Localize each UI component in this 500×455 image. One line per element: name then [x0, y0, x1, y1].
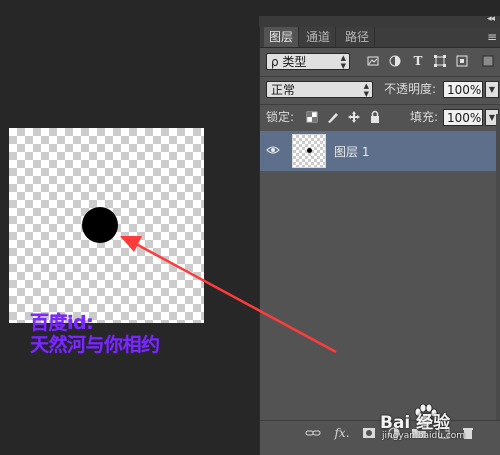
lock-image-icon[interactable]	[326, 110, 340, 124]
layers-panel: 图层 通道 路径 ≡ ρ 类型 ▲ ▼ T 正常 ▲ ▼ 不透明度: 100% …	[259, 16, 500, 455]
opacity-dropdown-icon[interactable]: ▼	[485, 81, 499, 98]
panel-tabbar: 图层 通道 路径 ≡	[260, 27, 500, 48]
eye-icon[interactable]	[266, 143, 280, 157]
adjustment-filter-icon[interactable]	[388, 54, 402, 68]
filter-type-label: ρ 类型	[271, 55, 307, 69]
tab-paths[interactable]: 路径	[340, 27, 376, 47]
tab-layers[interactable]: 图层	[264, 27, 300, 47]
type-filter-icon[interactable]: T	[411, 54, 425, 68]
tab-channels[interactable]: 通道	[301, 27, 337, 47]
mask-icon[interactable]	[361, 426, 377, 440]
filter-row: ρ 类型 ▲ ▼ T	[260, 48, 500, 77]
panel-menu-icon[interactable]: ≡	[487, 30, 497, 44]
link-icon[interactable]	[305, 426, 321, 440]
opacity-label: 不透明度:	[384, 82, 437, 96]
blend-row: 正常 ▲ ▼ 不透明度: 100% ▼	[260, 76, 500, 105]
fill-label: 填充:	[410, 110, 439, 124]
lock-label: 锁定:	[266, 110, 295, 124]
blend-mode-select[interactable]: 正常 ▲ ▼	[266, 81, 373, 98]
select-arrows-icon: ▲ ▼	[340, 54, 346, 70]
shape-filter-icon[interactable]	[433, 54, 447, 68]
baidu-watermark: Bai 经验	[380, 413, 451, 433]
opacity-field[interactable]: 100%	[443, 81, 483, 98]
panel-header-strip: ◂◂	[259, 14, 500, 27]
image-filter-icon[interactable]	[366, 54, 380, 68]
watermark-line-1: 百度id:	[30, 312, 94, 334]
layer-item-1[interactable]: 图层 1	[260, 131, 496, 171]
baidu-url: jingyan.baidu.com	[382, 431, 466, 441]
filter-type-select[interactable]: ρ 类型 ▲ ▼	[266, 53, 350, 70]
collapse-panel-icon[interactable]: ◂◂	[487, 14, 495, 24]
watermark-line-2: 天然河与你相约	[30, 334, 160, 356]
lock-position-icon[interactable]	[347, 110, 361, 124]
select-arrows-icon: ▲ ▼	[363, 82, 369, 98]
fill-field[interactable]: 100%	[443, 109, 483, 126]
layers-scrollbar[interactable]	[496, 114, 500, 420]
watermark-text: 百度id: 天然河与你相约	[30, 312, 160, 356]
layer-thumbnail	[292, 134, 326, 168]
document-canvas[interactable]	[9, 128, 204, 323]
black-circle	[82, 207, 118, 243]
layer-name[interactable]: 图层 1	[334, 143, 369, 160]
blend-mode-label: 正常	[271, 83, 296, 97]
filter-toggle-icon[interactable]	[482, 54, 494, 68]
lock-transparent-icon[interactable]	[305, 110, 319, 124]
fx-icon[interactable]: fx.	[334, 426, 350, 440]
thumbnail-dot	[307, 148, 312, 153]
lock-all-icon[interactable]	[368, 110, 382, 124]
smart-object-filter-icon[interactable]	[455, 54, 469, 68]
lock-row: 锁定: 填充: 100% ▼	[260, 104, 500, 133]
